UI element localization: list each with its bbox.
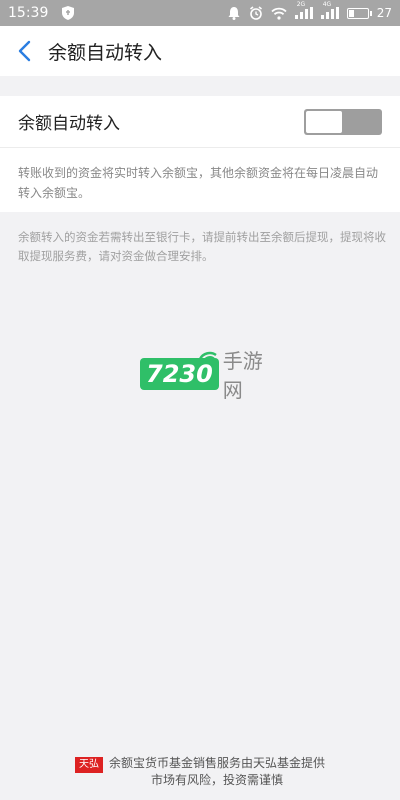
- auto-transfer-label: 余额自动转入: [18, 114, 120, 134]
- signal-label-4g: 4G: [322, 1, 332, 8]
- status-time: 15:39: [8, 5, 49, 21]
- wifi-signal-icon: [198, 350, 218, 369]
- footer-line-1: 余额宝货币基金销售服务由天弘基金提供: [108, 756, 325, 770]
- signal-icon: 2G: [294, 1, 313, 19]
- nav-bar: 余额自动转入: [0, 26, 400, 76]
- auto-transfer-setting-row: 余额自动转入: [0, 96, 400, 148]
- alarm-bell-icon: [227, 6, 241, 20]
- battery-level: 27: [376, 6, 392, 20]
- page-title: 余额自动转入: [48, 41, 163, 64]
- withdraw-notice: 余额转入的资金若需转出至银行卡，请提前转出至余额后提现，提现将收取提现服务费，请…: [18, 230, 386, 263]
- signal-label-2g: 2G: [296, 1, 306, 8]
- signal-icon: 4G: [320, 1, 339, 19]
- watermark-text: 手游网: [222, 349, 263, 402]
- toggle-knob: [306, 110, 342, 133]
- back-button[interactable]: [0, 26, 48, 76]
- setting-description: 转账收到的资金将实时转入余额宝，其他余额资金将在每日凌晨自动转入余额宝。: [0, 148, 400, 212]
- footer-disclaimer: 余额宝货币基金销售服务由天弘基金提供 市场有风险，投资需谨慎: [109, 755, 325, 789]
- battery-icon: [346, 7, 372, 19]
- chevron-left-icon: [18, 40, 31, 62]
- shield-icon: [62, 6, 75, 20]
- footer-line-2: 市场有风险，投资需谨慎: [150, 773, 283, 787]
- alarm-clock-icon: [249, 6, 263, 20]
- watermark-logo: 7230 手游网: [140, 349, 280, 402]
- auto-transfer-toggle[interactable]: [304, 108, 382, 135]
- footer: 天弘 余额宝货币基金销售服务由天弘基金提供 市场有风险，投资需谨慎: [0, 755, 400, 795]
- description-text: 转账收到的资金将实时转入余额宝，其他余额资金将在每日凌晨自动转入余额宝。: [18, 166, 379, 200]
- wifi-icon: [271, 7, 287, 20]
- status-bar: 15:39 2G 4G 27: [0, 0, 400, 26]
- tianhong-logo: 天弘: [74, 757, 103, 773]
